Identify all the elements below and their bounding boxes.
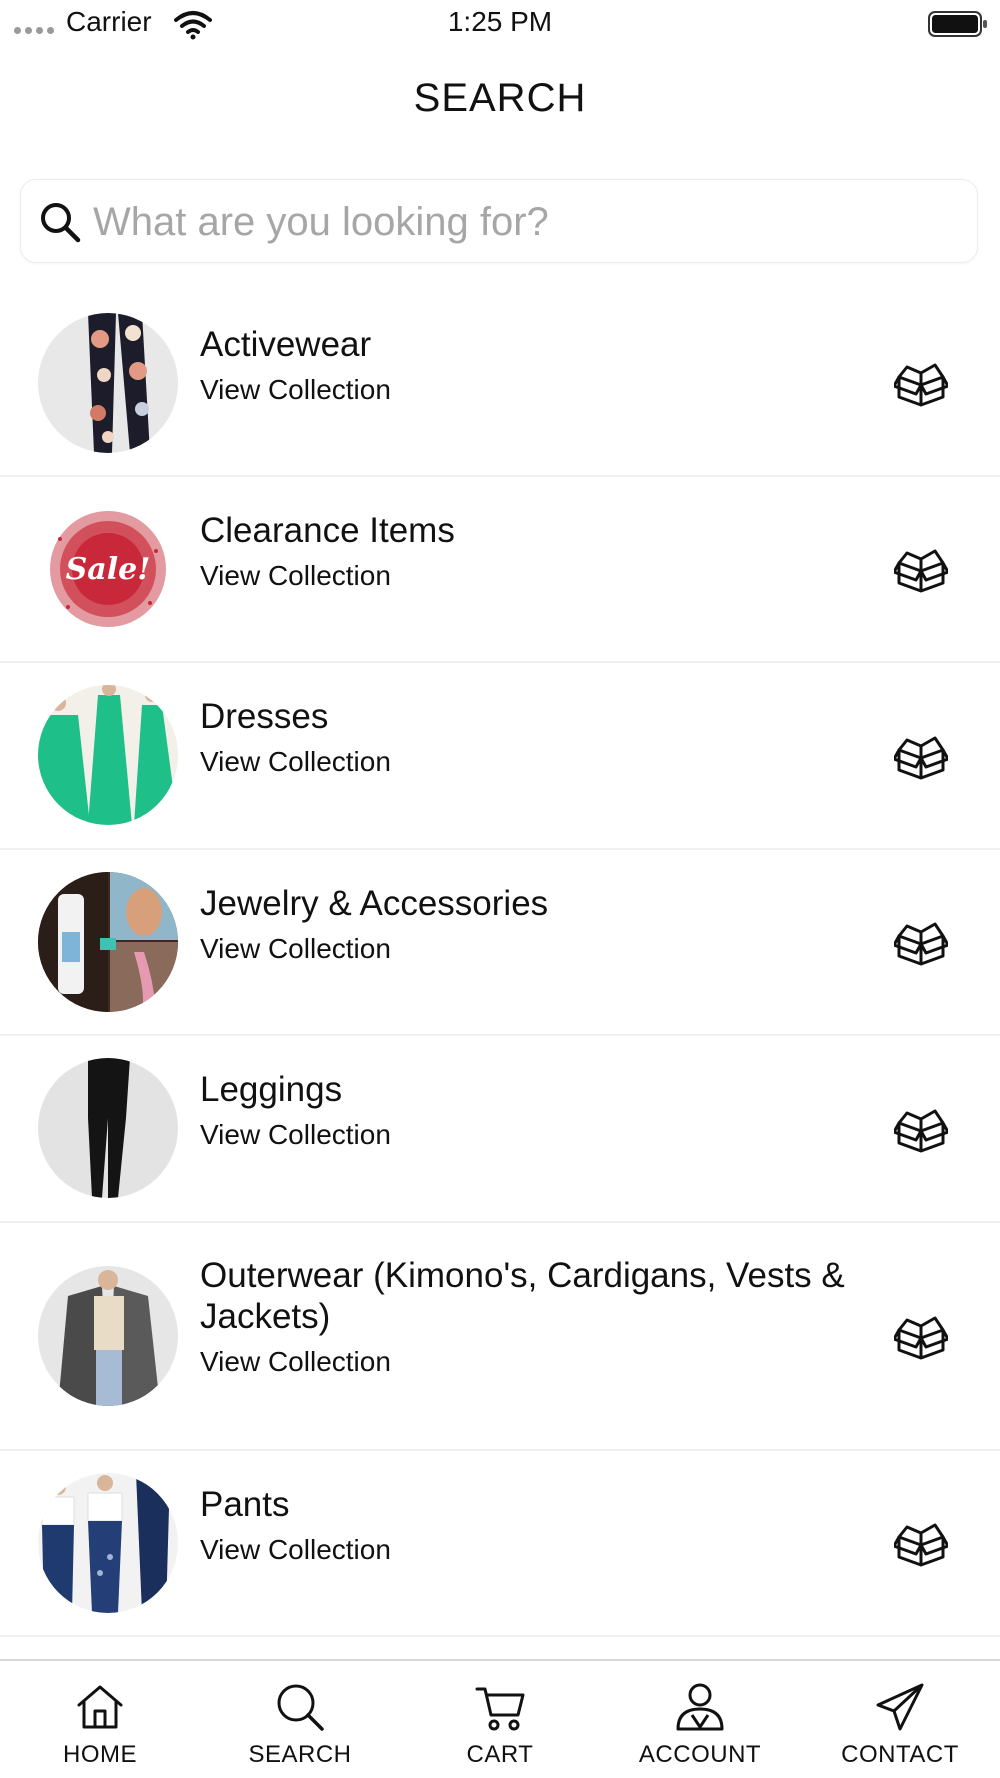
view-collection-link[interactable]: View Collection — [200, 1345, 860, 1379]
collection-title: Clearance Items — [200, 511, 455, 550]
view-collection-link[interactable]: View Collection — [200, 559, 860, 593]
tab-home[interactable]: HOME — [0, 1661, 200, 1778]
tab-label: CONTACT — [841, 1741, 959, 1768]
search-icon — [277, 1684, 324, 1731]
list-item-pants[interactable]: Pants View Collection — [0, 1451, 1000, 1637]
status-bar: Carrier 1:25 PM — [0, 0, 1000, 48]
list-item-clearance-items[interactable]: Sale! Clearance Items View Collection — [0, 477, 1000, 663]
collection-title: Dresses — [200, 697, 329, 736]
view-collection-link[interactable]: View Collection — [200, 745, 860, 779]
list-item-activewear[interactable]: Activewear View Collection — [0, 290, 1000, 477]
collection-title: Activewear — [200, 325, 372, 364]
search-input[interactable] — [93, 194, 953, 250]
list-item-outerwear[interactable]: Outerwear (Kimono's, Cardigans, Vests & … — [0, 1223, 1000, 1451]
page-title: SEARCH — [413, 76, 587, 120]
tab-contact[interactable]: CONTACT — [800, 1661, 1000, 1778]
tab-account[interactable]: ACCOUNT — [600, 1661, 800, 1778]
search-icon — [41, 203, 81, 243]
cart-icon — [475, 1687, 525, 1731]
search-bar[interactable] — [20, 179, 978, 263]
view-collection-link[interactable]: View Collection — [200, 1118, 860, 1152]
tab-cart[interactable]: CART — [400, 1661, 600, 1778]
collection-thumbnail — [38, 685, 178, 825]
collection-title: Leggings — [200, 1070, 343, 1109]
collection-title: Pants — [200, 1485, 290, 1524]
collection-thumbnail — [38, 1058, 178, 1198]
home-icon — [77, 1685, 123, 1729]
status-time: 1:25 PM — [447, 6, 553, 37]
collection-list: Activewear View Collection Sale! Clearan… — [0, 290, 1000, 1637]
sale-badge-text: Sale! — [66, 552, 151, 587]
tab-label: HOME — [63, 1741, 137, 1768]
account-icon — [676, 1683, 724, 1731]
collection-title: Jewelry & Accessories — [200, 884, 549, 923]
collection-thumbnail — [38, 1266, 178, 1406]
gift-box-icon[interactable] — [894, 1519, 948, 1567]
gift-box-icon[interactable] — [894, 545, 948, 593]
gift-box-icon[interactable] — [894, 359, 948, 407]
list-item-leggings[interactable]: Leggings View Collection — [0, 1036, 1000, 1223]
list-item-jewelry-accessories[interactable]: Jewelry & Accessories View Collection — [0, 850, 1000, 1036]
paper-plane-icon — [876, 1683, 924, 1731]
view-collection-link[interactable]: View Collection — [200, 373, 860, 407]
gift-box-icon[interactable] — [894, 732, 948, 780]
tab-label: ACCOUNT — [638, 1741, 762, 1768]
collection-thumbnail — [38, 872, 178, 1012]
tab-bar: HOME SEARCH CART ACCOUNT CONTACT — [0, 1659, 1000, 1778]
gift-box-icon[interactable] — [894, 918, 948, 966]
tab-label: CART — [466, 1741, 534, 1768]
battery-icon — [928, 11, 987, 37]
tab-search[interactable]: SEARCH — [200, 1661, 400, 1778]
view-collection-link[interactable]: View Collection — [200, 1533, 860, 1567]
gift-box-icon[interactable] — [894, 1312, 948, 1360]
view-collection-link[interactable]: View Collection — [200, 932, 860, 966]
tab-label: SEARCH — [248, 1741, 352, 1768]
collection-thumbnail — [38, 313, 178, 453]
collection-title: Outerwear (Kimono's, Cardigans, Vests & … — [200, 1256, 845, 1336]
collection-thumbnail: Sale! — [38, 499, 178, 639]
collection-thumbnail — [38, 1473, 178, 1613]
list-item-dresses[interactable]: Dresses View Collection — [0, 663, 1000, 850]
gift-box-icon[interactable] — [894, 1105, 948, 1153]
